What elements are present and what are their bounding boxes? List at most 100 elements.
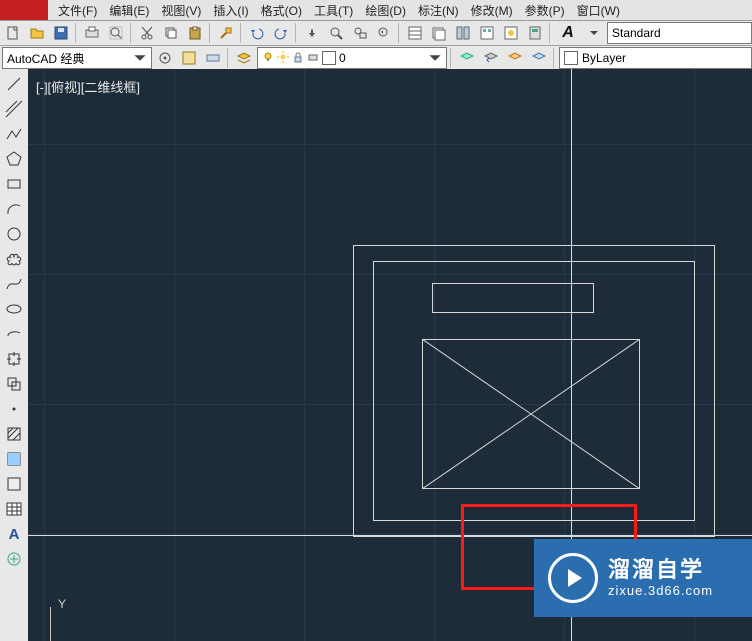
toolbar-btn2-icon[interactable] xyxy=(202,47,224,69)
separator xyxy=(549,23,552,43)
menu-window[interactable]: 窗口(W) xyxy=(571,0,626,21)
arc-icon[interactable] xyxy=(3,198,25,220)
app-logo xyxy=(0,0,48,20)
zoom-icon[interactable] xyxy=(325,22,347,44)
calculator-icon[interactable] xyxy=(524,22,546,44)
color-name: ByLayer xyxy=(582,51,626,65)
draw-toolbar: A xyxy=(0,69,29,641)
menu-modify[interactable]: 修改(M) xyxy=(465,0,519,21)
separator xyxy=(295,23,298,43)
paste-icon[interactable] xyxy=(184,22,206,44)
printable-icon xyxy=(307,51,319,66)
mtext-icon[interactable]: A xyxy=(3,523,25,545)
cut-icon[interactable] xyxy=(136,22,158,44)
redo-icon[interactable] xyxy=(270,22,292,44)
pan-icon[interactable] xyxy=(301,22,323,44)
separator xyxy=(75,23,78,43)
menu-view[interactable]: 视图(V) xyxy=(155,0,207,21)
ellipse-arc-icon[interactable] xyxy=(3,323,25,345)
chevron-down-icon xyxy=(133,51,147,65)
new-icon[interactable] xyxy=(2,22,24,44)
undo-icon[interactable] xyxy=(246,22,268,44)
insert-block-icon[interactable] xyxy=(3,348,25,370)
textstyle-dropdown-icon[interactable] xyxy=(583,22,605,44)
separator xyxy=(553,48,556,68)
preview-icon[interactable] xyxy=(105,22,127,44)
menu-file[interactable]: 文件(F) xyxy=(52,0,103,21)
menu-edit[interactable]: 编辑(E) xyxy=(103,0,155,21)
workspace-name: AutoCAD 经典 xyxy=(7,50,84,67)
menu-insert[interactable]: 插入(I) xyxy=(207,0,254,21)
menu-param[interactable]: 参数(P) xyxy=(519,0,571,21)
region-icon[interactable] xyxy=(3,473,25,495)
menu-tools[interactable]: 工具(T) xyxy=(308,0,359,21)
textstyle-name: Standard xyxy=(612,26,661,40)
layer-state-icon[interactable] xyxy=(504,47,526,69)
diagonal-rectangle xyxy=(422,339,640,489)
sheetset-icon[interactable] xyxy=(428,22,450,44)
toolbar-btn1-icon[interactable] xyxy=(178,47,200,69)
save-icon[interactable] xyxy=(50,22,72,44)
open-icon[interactable] xyxy=(26,22,48,44)
layer-match-icon[interactable] xyxy=(456,47,478,69)
separator xyxy=(398,23,401,43)
construction-line-icon[interactable] xyxy=(3,98,25,120)
watermark-title: 溜溜自学 xyxy=(608,557,713,583)
separator xyxy=(209,23,212,43)
chevron-down-icon xyxy=(428,51,442,65)
textstyle-combo[interactable]: Standard xyxy=(607,22,752,44)
lock-icon xyxy=(292,51,304,66)
workspace-settings-icon[interactable] xyxy=(154,47,176,69)
horizontal-line xyxy=(28,535,752,536)
watermark-url: zixue.3d66.com xyxy=(608,583,713,599)
layer-previous-icon[interactable] xyxy=(480,47,502,69)
small-rectangle xyxy=(432,283,594,313)
hatch-icon[interactable] xyxy=(3,423,25,445)
color-combo[interactable]: ByLayer xyxy=(559,47,752,69)
separator xyxy=(240,23,243,43)
table-icon[interactable] xyxy=(3,498,25,520)
watermark: 溜溜自学 zixue.3d66.com xyxy=(534,539,752,617)
gradient-icon[interactable] xyxy=(3,448,25,470)
make-block-icon[interactable] xyxy=(3,373,25,395)
drawing-canvas[interactable]: [-][俯视][二维线框] Y 溜溜自学 zixue.3d66.com xyxy=(28,69,752,641)
layer-name: 0 xyxy=(339,51,346,65)
ellipse-icon[interactable] xyxy=(3,298,25,320)
circle-icon[interactable] xyxy=(3,223,25,245)
zoom-previous-icon[interactable] xyxy=(373,22,395,44)
plot-icon[interactable] xyxy=(81,22,103,44)
workspace-combo[interactable]: AutoCAD 经典 xyxy=(2,47,152,69)
menu-bar: 文件(F) 编辑(E) 视图(V) 插入(I) 格式(O) 工具(T) 绘图(D… xyxy=(0,0,752,21)
viewport-label[interactable]: [-][俯视][二维线框] xyxy=(36,77,140,96)
copy-icon[interactable] xyxy=(160,22,182,44)
layer-isolate-icon[interactable] xyxy=(528,47,550,69)
menu-draw[interactable]: 绘图(D) xyxy=(359,0,412,21)
menu-format[interactable]: 格式(O) xyxy=(255,0,308,21)
point-icon[interactable] xyxy=(3,398,25,420)
designcenter-icon[interactable] xyxy=(476,22,498,44)
properties-icon[interactable] xyxy=(404,22,426,44)
addselected-icon[interactable] xyxy=(3,548,25,570)
polygon-icon[interactable] xyxy=(3,148,25,170)
zoom-window-icon[interactable] xyxy=(349,22,371,44)
layer-combo[interactable]: 0 xyxy=(257,47,447,69)
toolbar-workspace-layer: AutoCAD 经典 0 ByLayer xyxy=(0,46,752,71)
play-icon xyxy=(548,553,598,603)
line-icon[interactable] xyxy=(3,73,25,95)
rectangle-icon[interactable] xyxy=(3,173,25,195)
polyline-icon[interactable] xyxy=(3,123,25,145)
sun-icon xyxy=(277,51,289,66)
matchprop-icon[interactable] xyxy=(215,22,237,44)
textstyle-icon[interactable]: A xyxy=(555,22,581,44)
lightbulb-icon xyxy=(262,51,274,66)
layer-color-swatch xyxy=(322,51,336,65)
ucs-y-axis xyxy=(50,607,51,641)
toolbar-standard: A Standard xyxy=(0,21,752,46)
markup-icon[interactable] xyxy=(500,22,522,44)
layer-properties-icon[interactable] xyxy=(233,47,255,69)
spline-icon[interactable] xyxy=(3,273,25,295)
menu-dim[interactable]: 标注(N) xyxy=(412,0,465,21)
revision-cloud-icon[interactable] xyxy=(3,248,25,270)
toolpalettes-icon[interactable] xyxy=(452,22,474,44)
separator xyxy=(227,48,230,68)
